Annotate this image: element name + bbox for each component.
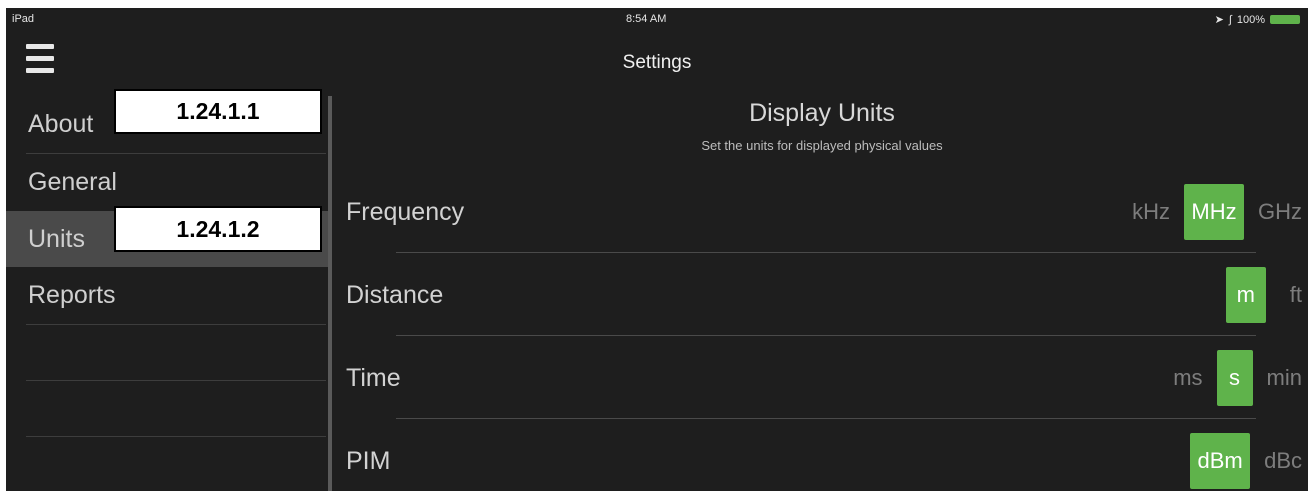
- sidebar-item-label: Reports: [28, 281, 116, 309]
- option-mhz-selected[interactable]: MHz: [1184, 184, 1244, 240]
- option-ft[interactable]: ft: [1288, 282, 1304, 308]
- sidebar-divider: [26, 324, 326, 325]
- units-panel: Display Units Set the units for displaye…: [336, 96, 1308, 491]
- callout-label-units: 1.24.1.2: [114, 206, 322, 252]
- option-min[interactable]: min: [1265, 365, 1304, 391]
- sidebar-item-label: Units: [28, 225, 85, 253]
- option-s-selected[interactable]: s: [1216, 350, 1253, 406]
- section-title: Display Units: [749, 99, 895, 127]
- option-m-selected[interactable]: m: [1225, 267, 1266, 323]
- row-label: PIM: [346, 447, 391, 475]
- battery-percent: 100%: [1236, 13, 1265, 26]
- option-ghz[interactable]: GHz: [1256, 199, 1304, 225]
- battery-icon: [1270, 15, 1300, 24]
- clock: 8:54 AM: [626, 13, 667, 25]
- frequency-unit-selector: kHz MHz GHz: [1130, 184, 1304, 240]
- app-screen: iPad 8:54 AM ➤ ∫ 100% Settings About Gen…: [6, 8, 1308, 491]
- status-bar: iPad 8:54 AM ➤ ∫ 100%: [6, 8, 1308, 30]
- row-label: Time: [346, 364, 401, 392]
- page-title: Settings: [622, 52, 692, 73]
- row-divider: [396, 418, 1256, 419]
- callout-label-about: 1.24.1.1: [114, 89, 322, 134]
- option-dbc[interactable]: dBc: [1262, 448, 1304, 474]
- top-bar: Settings: [6, 30, 1308, 96]
- sidebar-item-label: General: [28, 168, 117, 196]
- row-divider: [396, 335, 1256, 336]
- pim-unit-selector: dBm dBc: [1190, 433, 1304, 489]
- time-unit-selector: ms s min: [1171, 350, 1304, 406]
- row-label: Frequency: [346, 198, 465, 226]
- option-dbm-selected[interactable]: dBm: [1190, 433, 1251, 489]
- distance-unit-selector: m ft: [1225, 267, 1304, 323]
- bluetooth-icon: ∫: [1228, 13, 1232, 26]
- sidebar-divider: [26, 380, 326, 381]
- unit-row-time: Time ms s min: [336, 338, 1308, 420]
- split-divider[interactable]: [328, 96, 332, 491]
- device-label: iPad: [12, 13, 35, 25]
- status-right: ➤ ∫ 100%: [1215, 13, 1300, 26]
- sidebar-item-general[interactable]: General: [6, 154, 328, 210]
- option-khz[interactable]: kHz: [1130, 199, 1172, 225]
- location-icon: ➤: [1214, 14, 1224, 26]
- row-label: Distance: [346, 281, 444, 309]
- sidebar-item-label: About: [28, 110, 94, 138]
- unit-row-frequency: Frequency kHz MHz GHz: [336, 172, 1308, 254]
- sidebar: About General Units Reports: [6, 96, 330, 491]
- unit-row-distance: Distance m ft: [336, 255, 1308, 337]
- row-divider: [396, 252, 1256, 253]
- option-ms[interactable]: ms: [1171, 365, 1204, 391]
- sidebar-item-reports[interactable]: Reports: [6, 267, 328, 323]
- section-subtitle: Set the units for displayed physical val…: [701, 138, 943, 153]
- sidebar-divider: [26, 436, 326, 437]
